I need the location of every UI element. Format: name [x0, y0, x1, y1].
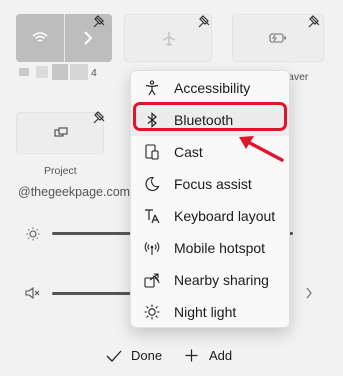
blurred-label: [52, 64, 68, 80]
blurred-label: [36, 66, 48, 78]
volume-muted-icon: [25, 286, 40, 300]
chevron-right-icon[interactable]: [305, 287, 313, 299]
blurred-label: [70, 64, 88, 80]
unpin-icon[interactable]: [93, 14, 107, 28]
volume-slider[interactable]: [52, 292, 132, 295]
keyboard-layout-icon: [143, 207, 161, 225]
annotation-arrow: [239, 136, 284, 162]
menu-item-label: Cast: [174, 144, 203, 160]
battery-saver-label: aver: [288, 71, 309, 83]
footer: Done Add: [0, 348, 343, 368]
highlight-box: [133, 102, 287, 131]
add-button[interactable]: Add: [185, 348, 232, 363]
add-label: Add: [209, 348, 233, 363]
project-label: Project: [44, 165, 77, 177]
watermark: @thegeekpage.com: [18, 185, 131, 199]
nearby-sharing-icon: [143, 271, 161, 289]
brightness-icon: [26, 227, 40, 241]
unpin-icon[interactable]: [308, 14, 322, 28]
done-button[interactable]: Done: [106, 348, 162, 363]
menu-item-nearby-sharing[interactable]: Nearby sharing: [131, 264, 289, 296]
menu-item-label: Keyboard layout: [174, 208, 276, 224]
menu-item-label: Focus assist: [174, 176, 252, 192]
menu-item-label: Nearby sharing: [174, 272, 269, 288]
night-light-icon: [143, 303, 161, 321]
battery-saver-icon: [269, 33, 286, 43]
wifi-toggle[interactable]: [16, 14, 64, 62]
menu-item-mobile-hotspot[interactable]: Mobile hotspot: [131, 232, 289, 264]
project-icon: [54, 127, 68, 137]
menu-item-label: Mobile hotspot: [174, 240, 266, 256]
moon-icon: [143, 175, 161, 193]
checkmark-icon: [106, 350, 122, 362]
project-tile[interactable]: [16, 112, 104, 154]
menu-item-label: Accessibility: [174, 80, 251, 96]
unpin-icon[interactable]: [198, 14, 212, 28]
menu-item-night-light[interactable]: Night light: [131, 296, 289, 328]
wifi-tile-label: 4: [91, 67, 97, 79]
accessibility-icon: [143, 79, 161, 97]
chevron-right-icon: [84, 31, 93, 45]
hotspot-icon: [143, 239, 161, 257]
done-label: Done: [131, 348, 163, 363]
brightness-slider[interactable]: [52, 232, 132, 235]
blurred-label: [19, 68, 29, 76]
plus-icon: [185, 349, 198, 362]
menu-item-label: Night light: [174, 304, 237, 320]
menu-item-focus-assist[interactable]: Focus assist: [131, 168, 289, 200]
unpin-icon[interactable]: [93, 110, 107, 124]
wifi-icon: [32, 32, 48, 42]
menu-item-keyboard-layout[interactable]: Keyboard layout: [131, 200, 289, 232]
airplane-icon: [162, 32, 176, 46]
cast-icon: [143, 143, 161, 161]
menu-item-accessibility[interactable]: Accessibility: [131, 72, 289, 104]
